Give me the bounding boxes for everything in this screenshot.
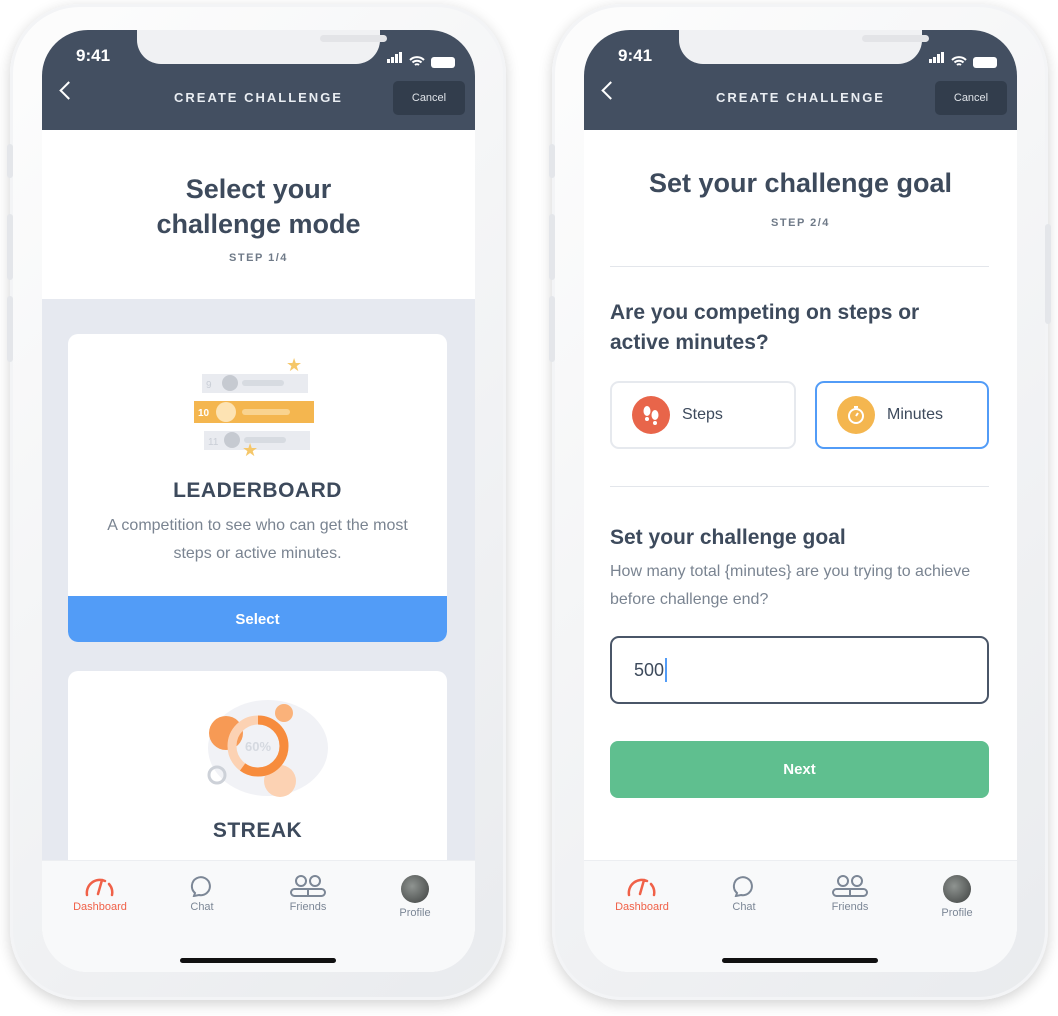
page-title-line2: challenge mode: [156, 209, 361, 239]
card-title: STREAK: [212, 819, 303, 842]
tab-bar: Dashboard Chat Friends Profile: [42, 860, 475, 972]
mode-card-leaderboard: 9 10 11 ★ ★ LEADERBOARD A competition to …: [68, 334, 447, 642]
battery-icon: [431, 57, 455, 68]
leaderboard-illustration: 9 10 11 ★ ★: [194, 356, 314, 456]
screen-select-mode: 9:41 CREATE CHALLENGE Cancel Select your…: [42, 30, 475, 972]
avatar: [943, 875, 971, 903]
nav-header: 9:41 CREATE CHALLENGE Cancel: [584, 30, 1017, 130]
tab-dashboard[interactable]: Dashboard: [602, 875, 682, 913]
streak-illustration: 60%: [207, 700, 328, 797]
metric-question: Are you competing on steps or active min…: [610, 301, 920, 354]
goal-input[interactable]: 500: [610, 636, 989, 704]
svg-text:★: ★: [286, 356, 302, 375]
tab-bar: Dashboard Chat Friends Profile: [584, 860, 1017, 972]
svg-text:60%: 60%: [245, 739, 271, 754]
divider: [610, 486, 989, 487]
cancel-button[interactable]: Cancel: [393, 81, 465, 115]
avatar: [401, 875, 429, 903]
option-label: Steps: [682, 406, 723, 423]
svg-text:9: 9: [206, 380, 212, 391]
card-title: LEADERBOARD: [173, 479, 342, 502]
status-time: 9:41: [76, 46, 111, 65]
cancel-button[interactable]: Cancel: [935, 81, 1007, 115]
status-icons: [387, 50, 455, 68]
tab-chat[interactable]: Chat: [162, 875, 242, 913]
svg-text:10: 10: [198, 408, 210, 419]
option-steps[interactable]: Steps: [610, 381, 796, 449]
footsteps-icon: [632, 396, 670, 434]
wifi-icon: [951, 56, 967, 66]
step-indicator: STEP 2/4: [771, 217, 830, 229]
phone-frame-right: 9:41 CREATE CHALLENGE Cancel Set your ch…: [549, 4, 1051, 1000]
svg-text:★: ★: [242, 440, 258, 456]
phone-frame-left: 9:41 CREATE CHALLENGE Cancel Select your…: [7, 4, 506, 1000]
battery-icon: [973, 57, 997, 68]
option-minutes[interactable]: Minutes: [815, 381, 989, 449]
status-icons: [929, 50, 997, 68]
tab-friends[interactable]: Friends: [810, 875, 890, 913]
goal-heading: Set your challenge goal: [610, 526, 846, 549]
screen-set-goal: 9:41 CREATE CHALLENGE Cancel Set your ch…: [584, 30, 1017, 972]
friends-icon: [290, 875, 326, 897]
card-description: A competition to see who can get the mos…: [107, 517, 408, 562]
signal-icon: [387, 50, 403, 68]
page-title: Set your challenge goal: [648, 168, 953, 198]
chat-bubble-icon: [190, 876, 211, 897]
divider: [610, 266, 989, 267]
tab-profile[interactable]: Profile: [375, 875, 455, 919]
chat-bubble-icon: [732, 876, 753, 897]
home-indicator[interactable]: [722, 958, 878, 963]
tab-dashboard[interactable]: Dashboard: [60, 875, 140, 913]
gauge-icon: [627, 878, 656, 897]
tab-chat[interactable]: Chat: [704, 875, 784, 913]
nav-header: 9:41 CREATE CHALLENGE Cancel: [42, 30, 475, 130]
status-time: 9:41: [618, 46, 653, 65]
step-indicator: STEP 1/4: [229, 252, 288, 264]
tab-friends[interactable]: Friends: [268, 875, 348, 913]
home-indicator[interactable]: [180, 958, 336, 963]
goal-value: 500: [634, 659, 665, 680]
friends-icon: [832, 875, 868, 897]
option-label: Minutes: [887, 406, 944, 423]
signal-icon: [929, 50, 945, 68]
next-button[interactable]: Next: [610, 741, 989, 798]
svg-text:11: 11: [208, 437, 219, 448]
text-cursor: [665, 658, 668, 682]
page-title-line1: Select your: [185, 174, 332, 204]
goal-description: How many total {minutes} are you trying …: [610, 563, 971, 608]
stopwatch-icon: [837, 396, 875, 434]
wifi-icon: [409, 56, 425, 66]
gauge-icon: [85, 878, 114, 897]
tab-profile[interactable]: Profile: [917, 875, 997, 919]
mode-card-streak[interactable]: 60% STREAK: [68, 671, 447, 871]
select-button[interactable]: Select: [68, 596, 447, 642]
